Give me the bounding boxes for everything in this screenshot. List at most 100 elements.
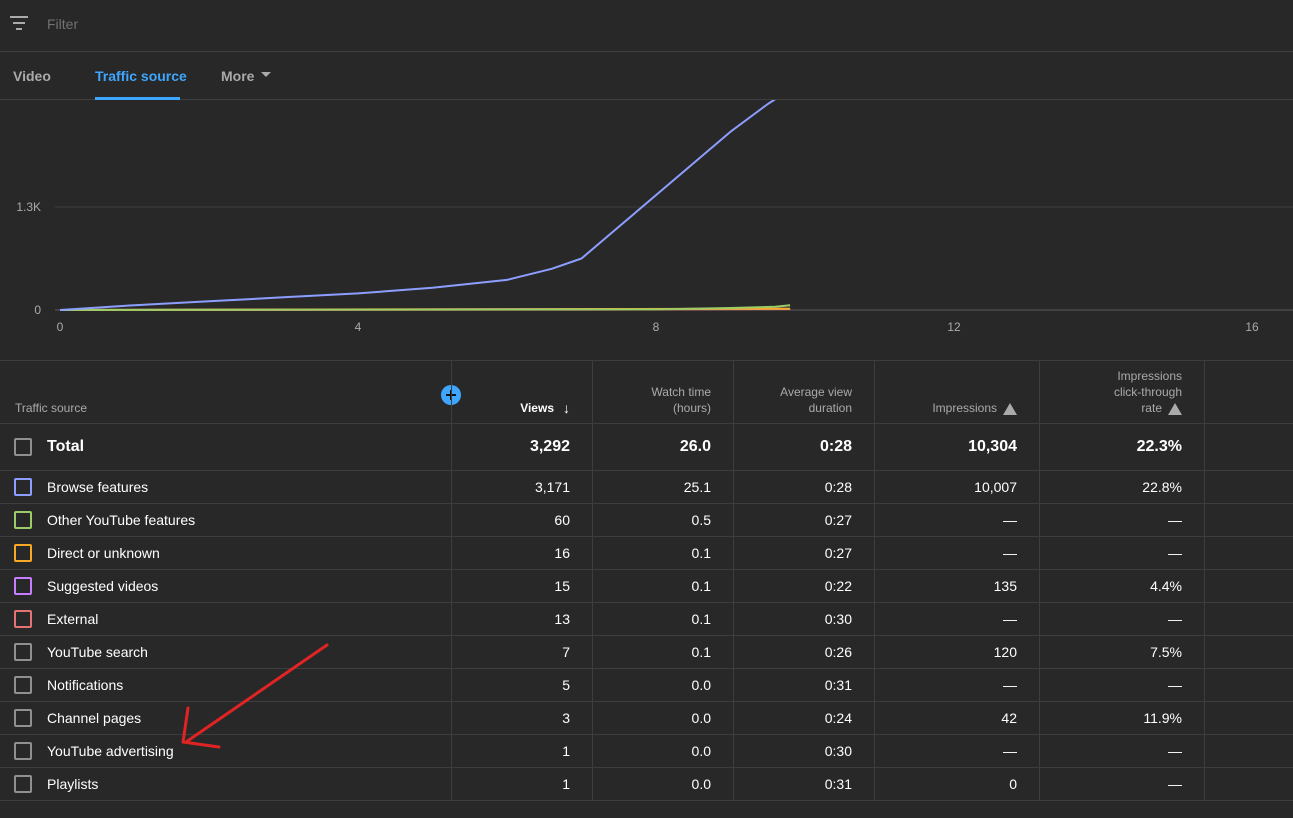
watch-time-value: 0.1 [592,603,734,635]
header-average-view-duration[interactable]: Average view duration [733,361,875,423]
table-row[interactable]: YouTube search 7 0.1 0:26 120 7.5% [0,636,1293,669]
row-spacer [1204,424,1293,470]
total-avg-duration: 0:28 [733,424,875,470]
avg-duration-value: 0:28 [733,471,875,503]
x-tick-label: 4 [355,320,362,334]
row-spacer [1204,735,1293,767]
traffic-chart: 0 1.3K 0 4 8 12 16 [0,100,1293,358]
traffic-source-name: YouTube search [47,644,148,660]
header-watch-time[interactable]: Watch time (hours) [592,361,734,423]
table-row[interactable]: Browse features 3,171 25.1 0:28 10,007 22.8% [0,471,1293,504]
impressions-value: 10,007 [874,471,1040,503]
header-impressions[interactable]: Impressions [874,361,1040,423]
traffic-source-name: Browse features [47,479,149,495]
watch-time-value: 0.1 [592,636,734,668]
table-row[interactable]: Playlists 1 0.0 0:31 0— [0,768,1293,801]
ctr-value: — [1039,603,1205,635]
filter-input[interactable]: Filter [47,16,78,32]
views-value: 5 [451,669,593,701]
header-avg-line1: Average view [780,385,852,399]
ctr-value: 4.4% [1039,570,1205,602]
series-line [59,100,776,311]
row-spacer [1204,570,1293,602]
impressions-value: — [874,537,1040,569]
filter-icon[interactable] [10,15,30,31]
watch-time-value: 0.0 [592,768,734,800]
table-row[interactable]: YouTube advertising 1 0.0 0:30— — [0,735,1293,768]
avg-duration-value: 0:30 [733,603,875,635]
y-tick-label: 0 [34,303,41,317]
tab-video[interactable]: Video [13,68,51,84]
header-views[interactable]: Views ↓ [451,361,593,423]
filter-bar[interactable]: Filter [0,0,1293,52]
traffic-source-name: Other YouTube features [47,512,196,528]
tab-more[interactable]: More [221,68,254,84]
views-value: 16 [451,537,593,569]
views-value: 1 [451,768,593,800]
x-tick-label: 8 [653,320,660,334]
avg-duration-value: 0:24 [733,702,875,734]
tab-traffic-source[interactable]: Traffic source [95,68,187,84]
ctr-value: 22.8% [1039,471,1205,503]
watch-time-value: 0.5 [592,504,734,536]
table-row[interactable]: Channel pages 3 0.0 0:24 42 11.9% [0,702,1293,735]
traffic-source-name: YouTube advertising [47,743,174,759]
row-spacer [1204,537,1293,569]
watch-time-value: 0.1 [592,570,734,602]
traffic-source-table: Traffic source Views ↓ Watch time (hours)… [0,360,1293,801]
avg-duration-value: 0:27 [733,504,875,536]
table-row[interactable]: Suggested videos 15 0.1 0:22 135 4.4% [0,570,1293,603]
table-row[interactable]: External 13 0.1 0:30— — [0,603,1293,636]
impressions-value: 42 [874,702,1040,734]
views-value: 7 [451,636,593,668]
table-row[interactable]: Direct or unknown 16 0.1 0:27— — [0,537,1293,570]
y-tick-label: 1.3K [16,200,41,214]
warning-icon[interactable] [1003,403,1017,415]
table-total-row: Total 3,292 26.0 0:28 10,304 22.3% [0,424,1293,471]
total-label: Total [47,438,85,455]
watch-time-value: 0.1 [592,537,734,569]
tab-bar: Video Traffic source More [0,52,1293,100]
header-watch-time-line1: Watch time [651,385,711,399]
traffic-source-name: Notifications [47,677,124,693]
x-tick-label: 12 [947,320,961,334]
header-impressions-label: Impressions [932,401,997,415]
watch-time-value: 0.0 [592,735,734,767]
total-watch-time: 26.0 [592,424,734,470]
total-impressions: 10,304 [874,424,1040,470]
traffic-source-name: External [47,611,99,627]
header-watch-time-line2: (hours) [672,401,711,415]
impressions-value: 120 [874,636,1040,668]
impressions-value: — [874,504,1040,536]
traffic-source-name: Direct or unknown [47,545,160,561]
row-spacer [1204,702,1293,734]
series-line [59,304,791,311]
impressions-value: 135 [874,570,1040,602]
avg-duration-value: 0:31 [733,768,875,800]
x-tick-label: 16 [1245,320,1259,334]
header-spacer [1204,361,1293,423]
row-spacer [1204,669,1293,701]
chevron-down-icon[interactable] [261,72,271,77]
ctr-value: — [1039,504,1205,536]
table-row[interactable]: Other YouTube features 60 0.5 0:27— — [0,504,1293,537]
header-impressions-ctr[interactable]: Impressions click-through rate [1039,361,1205,423]
header-avg-line2: duration [808,401,852,415]
avg-duration-value: 0:27 [733,537,875,569]
ctr-value: 7.5% [1039,636,1205,668]
line-chart: 0 1.3K 0 4 8 12 16 [16,100,1293,334]
table-header-row: Traffic source Views ↓ Watch time (hours)… [0,361,1293,424]
ctr-value: — [1039,735,1205,767]
warning-icon[interactable] [1168,403,1182,415]
table-row[interactable]: Notifications 5 0.0 0:31— — [0,669,1293,702]
ctr-value: — [1039,768,1205,800]
ctr-value: 11.9% [1039,702,1205,734]
header-ctr-line3: rate [1141,401,1162,415]
row-spacer [1204,471,1293,503]
header-ctr-line1: Impressions [1117,369,1182,383]
sort-down-icon[interactable]: ↓ [563,400,570,416]
views-value: 1 [451,735,593,767]
header-traffic-source[interactable]: Traffic source [0,361,451,423]
avg-duration-value: 0:26 [733,636,875,668]
traffic-source-name: Suggested videos [47,578,159,594]
